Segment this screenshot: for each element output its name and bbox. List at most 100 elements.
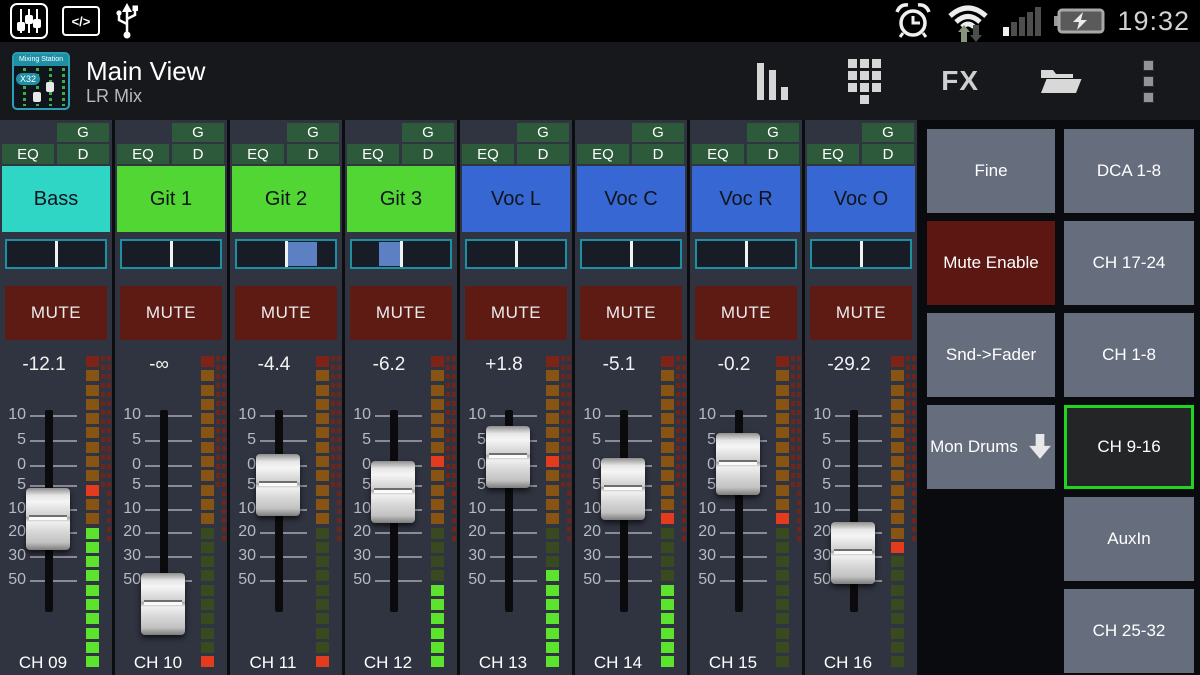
eq-indicator[interactable]: EQ — [577, 144, 629, 164]
dialpad-button[interactable] — [848, 59, 881, 104]
channel-id-label: CH 09 — [0, 653, 86, 673]
channel-name[interactable]: Voc L — [462, 166, 570, 232]
fine-meter-dot — [101, 383, 105, 388]
eq-indicator[interactable]: EQ — [692, 144, 744, 164]
fader-section: -4.41050510203050CH 11 — [230, 352, 342, 675]
pan-slider[interactable] — [350, 239, 452, 269]
gate-indicator[interactable]: G — [747, 123, 799, 142]
fine-meter-dot — [906, 446, 910, 451]
mute-button[interactable]: MUTE — [350, 286, 452, 340]
eq-indicator[interactable]: EQ — [807, 144, 859, 164]
fader-knob[interactable] — [371, 461, 415, 523]
meter-segment — [661, 656, 674, 667]
fine-meter-dot — [452, 374, 456, 379]
sidebar-button-snd-fader[interactable]: Snd->Fader — [927, 313, 1055, 397]
fine-meter-dot — [331, 392, 335, 397]
sidebar-button-ch-25-32[interactable]: CH 25-32 — [1064, 589, 1194, 673]
gate-indicator[interactable]: G — [402, 123, 454, 142]
sidebar-button-dca-1-8[interactable]: DCA 1-8 — [1064, 129, 1194, 213]
meter-segment — [661, 613, 674, 624]
scale-tick — [145, 440, 192, 442]
mute-button[interactable]: MUTE — [5, 286, 107, 340]
sidebar-button-fine[interactable]: Fine — [927, 129, 1055, 213]
gate-indicator[interactable]: G — [287, 123, 339, 142]
dynamics-indicator[interactable]: D — [862, 144, 914, 164]
dynamics-indicator[interactable]: D — [517, 144, 569, 164]
eq-indicator[interactable]: EQ — [347, 144, 399, 164]
fx-button[interactable]: FX — [941, 65, 979, 97]
mute-button[interactable]: MUTE — [695, 286, 797, 340]
fine-meter-dot — [676, 473, 680, 478]
scale-label: 0 — [345, 456, 371, 474]
dynamics-indicator[interactable]: D — [172, 144, 224, 164]
fine-meter-dot — [446, 455, 450, 460]
pan-container — [460, 232, 572, 276]
channel-name[interactable]: Bass — [2, 166, 110, 232]
meter-segment — [431, 370, 444, 381]
mute-button[interactable]: MUTE — [465, 286, 567, 340]
scale-tick — [30, 465, 77, 467]
fader-knob[interactable] — [831, 522, 875, 584]
fine-meter-dot — [331, 410, 335, 415]
channel-name[interactable]: Voc C — [577, 166, 685, 232]
sidebar-button-auxin[interactable]: AuxIn — [1064, 497, 1194, 581]
dynamics-indicator[interactable]: D — [402, 144, 454, 164]
pan-slider[interactable] — [465, 239, 567, 269]
channel-name[interactable]: Git 2 — [232, 166, 340, 232]
processing-indicators: GEQD — [690, 120, 802, 166]
pan-slider[interactable] — [235, 239, 337, 269]
gate-indicator[interactable]: G — [57, 123, 109, 142]
eq-indicator[interactable]: EQ — [117, 144, 169, 164]
gate-indicator[interactable]: G — [862, 123, 914, 142]
channel-id-label: CH 14 — [575, 653, 661, 673]
eq-indicator[interactable]: EQ — [2, 144, 54, 164]
overflow-menu-button[interactable] — [1143, 60, 1154, 103]
pan-slider[interactable] — [695, 239, 797, 269]
fine-meter-dot — [107, 374, 111, 379]
channel-name[interactable]: Git 1 — [117, 166, 225, 232]
gate-indicator[interactable]: G — [172, 123, 224, 142]
sidebar-button-ch-1-8[interactable]: CH 1-8 — [1064, 313, 1194, 397]
gate-indicator[interactable]: G — [632, 123, 684, 142]
fine-meter-dot — [337, 374, 341, 379]
mute-button[interactable]: MUTE — [235, 286, 337, 340]
meter-segment — [776, 542, 789, 553]
meter-segment — [316, 585, 329, 596]
mute-button[interactable]: MUTE — [810, 286, 912, 340]
sidebar-button-ch-17-24[interactable]: CH 17-24 — [1064, 221, 1194, 305]
meter-segment — [316, 370, 329, 381]
pan-slider[interactable] — [580, 239, 682, 269]
pan-slider[interactable] — [120, 239, 222, 269]
fader-knob[interactable] — [601, 458, 645, 520]
dynamics-indicator[interactable]: D — [747, 144, 799, 164]
pan-slider[interactable] — [810, 239, 912, 269]
scale-label: 10 — [805, 500, 831, 518]
fader-knob[interactable] — [141, 573, 185, 635]
sidebar-button-ch-9-16[interactable]: CH 9-16 — [1064, 405, 1194, 489]
dynamics-indicator[interactable]: D — [632, 144, 684, 164]
dynamics-indicator[interactable]: D — [287, 144, 339, 164]
meters-button[interactable] — [757, 62, 788, 100]
eq-indicator[interactable]: EQ — [232, 144, 284, 164]
channel-name[interactable]: Voc R — [692, 166, 800, 232]
meter-segment — [776, 585, 789, 596]
eq-indicator[interactable]: EQ — [462, 144, 514, 164]
fine-meter-dot — [676, 446, 680, 451]
fader-knob[interactable] — [256, 454, 300, 516]
gate-indicator[interactable]: G — [517, 123, 569, 142]
sidebar-button-mon-drums[interactable]: Mon Drums — [927, 405, 1055, 489]
fader-knob[interactable] — [486, 426, 530, 488]
fine-meter-dot — [797, 464, 801, 469]
sidebar-button-mute-enable[interactable]: Mute Enable — [927, 221, 1055, 305]
fader-knob[interactable] — [26, 488, 70, 550]
mute-button[interactable]: MUTE — [120, 286, 222, 340]
pan-slider[interactable] — [5, 239, 107, 269]
dynamics-indicator[interactable]: D — [57, 144, 109, 164]
fader-knob[interactable] — [716, 433, 760, 495]
scenes-button[interactable] — [1039, 65, 1083, 97]
channel-name[interactable]: Git 3 — [347, 166, 455, 232]
channel-name[interactable]: Voc O — [807, 166, 915, 232]
alarm-icon — [893, 1, 933, 41]
fine-meter-dot — [797, 374, 801, 379]
mute-button[interactable]: MUTE — [580, 286, 682, 340]
